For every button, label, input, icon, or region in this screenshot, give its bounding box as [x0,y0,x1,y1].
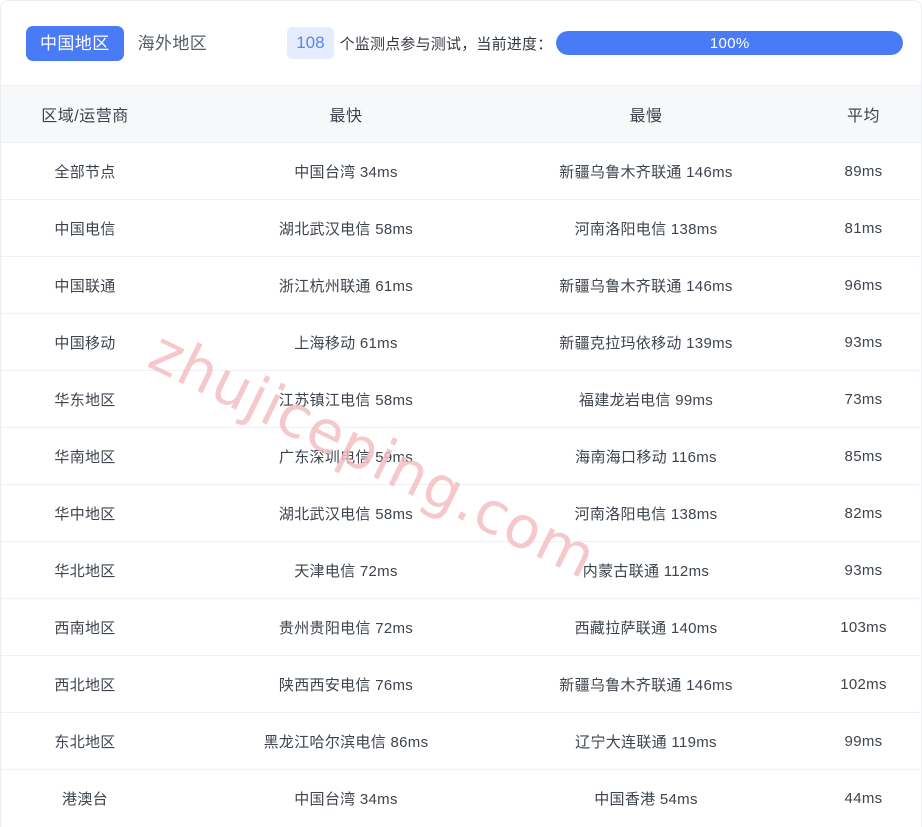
table-row[interactable]: 全部节点 中国台湾 34ms 新疆乌鲁木齐联通 146ms 89ms [1,142,921,200]
cell-fastest: 湖北武汉电信 58ms [206,484,486,542]
region-tab-group: 中国地区 海外地区 [26,25,222,61]
cell-slowest: 辽宁大连联通 119ms [486,712,806,770]
cell-region: 华北地区 [1,541,206,599]
table-row[interactable]: 华中地区 湖北武汉电信 58ms 河南洛阳电信 138ms 82ms [1,484,921,542]
cell-average: 99ms [806,712,921,770]
column-header-region[interactable]: 区域/运营商 [1,85,206,143]
cell-region: 中国联通 [1,256,206,314]
cell-region: 全部节点 [1,142,206,200]
cell-slowest: 海南海口移动 116ms [486,427,806,485]
cell-slowest: 新疆乌鲁木齐联通 146ms [486,256,806,314]
cell-fastest: 天津电信 72ms [206,541,486,599]
cell-average: 96ms [806,256,921,314]
cell-fastest: 中国台湾 34ms [206,142,486,200]
cell-region: 华东地区 [1,370,206,428]
cell-slowest: 河南洛阳电信 138ms [486,199,806,257]
cell-average: 85ms [806,427,921,485]
cell-average: 73ms [806,370,921,428]
cell-fastest: 广东深圳电信 59ms [206,427,486,485]
progress-percent-label: 100% [709,34,750,52]
cell-fastest: 贵州贵阳电信 72ms [206,598,486,656]
cell-average: 102ms [806,655,921,713]
cell-average: 44ms [844,789,883,807]
cell-region: 港澳台 [62,790,108,808]
cell-average: 89ms [806,142,921,200]
table-row[interactable]: 中国电信 湖北武汉电信 58ms 河南洛阳电信 138ms 81ms [1,199,921,257]
table-header: 区域/运营商 最快 最慢 平均 [1,85,921,143]
tab-china-region[interactable]: 中国地区 [26,25,124,61]
cell-fastest: 陕西西安电信 76ms [206,655,486,713]
cell-average: 82ms [806,484,921,542]
cell-slowest: 福建龙岩电信 99ms [486,370,806,428]
cell-region: 中国电信 [1,199,206,257]
table-row[interactable]: 中国联通 浙江杭州联通 61ms 新疆乌鲁木齐联通 146ms 96ms [1,256,921,314]
cell-average: 103ms [806,598,921,656]
progress-bar: 100% [556,31,903,55]
cell-slowest: 新疆克拉玛依移动 139ms [486,313,806,371]
table-row[interactable]: 东北地区 黑龙江哈尔滨电信 86ms 辽宁大连联通 119ms 99ms [1,712,921,770]
cell-region: 西北地区 [1,655,206,713]
cell-slowest: 内蒙古联通 112ms [486,541,806,599]
node-count-badge: 108 [287,27,334,59]
cell-fastest: 上海移动 61ms [206,313,486,371]
cell-region: 华南地区 [1,427,206,485]
cell-slowest: 新疆乌鲁木齐联通 146ms [486,655,806,713]
table-body: 全部节点 中国台湾 34ms 新疆乌鲁木齐联通 146ms 89ms 中国电信 湖北武汉电… [1,142,921,827]
cell-region: 东北地区 [1,712,206,770]
cell-region: 华中地区 [1,484,206,542]
table-header-row: 区域/运营商 最快 最慢 平均 [1,85,921,143]
cell-slowest: 新疆乌鲁木齐联通 146ms [486,142,806,200]
test-status: 108 个监测点参与测试，当前进度： 100% [287,27,915,59]
column-header-average[interactable]: 平均 [806,85,921,143]
cell-slowest: 西藏拉萨联通 140ms [486,598,806,656]
cell-slowest: 中国香港 54ms [594,790,698,808]
cell-average: 93ms [806,313,921,371]
toolbar: 中国地区 海外地区 108 个监测点参与测试，当前进度： 100% [0,0,922,85]
tab-overseas-region[interactable]: 海外地区 [124,26,222,61]
cell-average: 93ms [806,541,921,599]
cell-fastest: 浙江杭州联通 61ms [206,256,486,314]
cell-fastest: 湖北武汉电信 58ms [206,199,486,257]
table-row[interactable]: 西北地区 陕西西安电信 76ms 新疆乌鲁木齐联通 146ms 102ms [1,655,921,713]
cell-region: 西南地区 [1,598,206,656]
column-header-slowest[interactable]: 最慢 [486,85,806,143]
table-row[interactable]: 港澳台 中国台湾 34ms 中国香港 54ms 44ms [1,770,921,827]
cell-average: 81ms [806,199,921,257]
table-row[interactable]: 华南地区 广东深圳电信 59ms 海南海口移动 116ms 85ms [1,427,921,485]
table-row[interactable]: 华北地区 天津电信 72ms 内蒙古联通 112ms 93ms [1,541,921,599]
column-header-fastest[interactable]: 最快 [206,85,486,143]
cell-fastest: 中国台湾 34ms [294,790,398,808]
status-description: 个监测点参与测试，当前进度： [339,35,553,53]
latency-results-table: 区域/运营商 最快 最慢 平均 全部节点 中国台湾 34ms 新疆乌鲁木齐联通 14… [1,85,921,827]
cell-slowest: 河南洛阳电信 138ms [486,484,806,542]
table-row[interactable]: 中国移动 上海移动 61ms 新疆克拉玛依移动 139ms 93ms [1,313,921,371]
cell-fastest: 江苏镇江电信 58ms [206,370,486,428]
progress-bar-fill: 100% [556,31,903,55]
cell-region: 中国移动 [1,313,206,371]
results-table-container: zhujiceping.com 区域/运营商 最快 最慢 平均 全部节点 中国台湾… [0,85,922,827]
table-row[interactable]: 西南地区 贵州贵阳电信 72ms 西藏拉萨联通 140ms 103ms [1,598,921,656]
cell-fastest: 黑龙江哈尔滨电信 86ms [206,712,486,770]
table-row[interactable]: 华东地区 江苏镇江电信 58ms 福建龙岩电信 99ms 73ms [1,370,921,428]
